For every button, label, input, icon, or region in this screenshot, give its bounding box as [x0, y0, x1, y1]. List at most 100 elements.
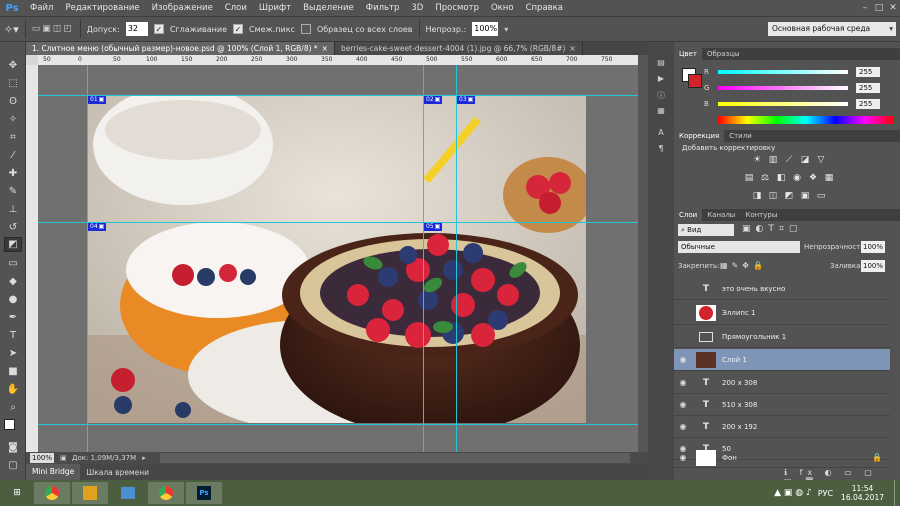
brightness-icon[interactable]: ☀: [752, 155, 762, 165]
network-taskbar-icon[interactable]: [110, 482, 146, 504]
workspace-dropdown[interactable]: Основная рабочая среда ▾: [768, 22, 896, 36]
lock-icons[interactable]: ▦✎✥🔒: [720, 261, 767, 270]
menu-view[interactable]: Просмотр: [429, 3, 485, 13]
blue-input[interactable]: 255: [856, 99, 880, 109]
menu-edit[interactable]: Редактирование: [59, 3, 145, 13]
rectangle-tool-icon[interactable]: ■: [4, 364, 22, 379]
red-input[interactable]: 255: [856, 67, 880, 77]
layer-row[interactable]: Эллипс 1: [674, 301, 890, 325]
marquee-tool-icon[interactable]: ⬚: [4, 76, 22, 91]
pen-tool-icon[interactable]: ✒: [4, 310, 22, 325]
dodge-tool-icon[interactable]: ●: [4, 292, 22, 307]
channel-mixer-icon[interactable]: ❖: [808, 173, 818, 183]
slice-badge[interactable]: 03 ▣: [457, 96, 476, 104]
status-icon[interactable]: ▣: [60, 454, 67, 462]
close-icon[interactable]: ×: [569, 42, 575, 55]
ruler-corner[interactable]: [26, 55, 38, 65]
exposure-icon[interactable]: ◪: [800, 155, 810, 165]
menu-file[interactable]: Файл: [24, 3, 59, 13]
history-brush-icon[interactable]: ↺: [4, 220, 22, 235]
gradient-map-icon[interactable]: ▭: [816, 191, 826, 201]
horizontal-scrollbar[interactable]: [160, 453, 630, 463]
layer-row[interactable]: T это очень вкусно: [674, 278, 890, 300]
slice-badge[interactable]: 04 ▣: [88, 223, 107, 231]
minimize-icon[interactable]: –: [858, 2, 872, 14]
color-lookup-icon[interactable]: ▦: [824, 173, 834, 183]
chrome-taskbar-icon[interactable]: [34, 482, 70, 504]
layer-row[interactable]: ◉ T 200 x 192: [674, 416, 890, 438]
photoshop-taskbar-icon[interactable]: Ps: [186, 482, 222, 504]
eye-icon[interactable]: ◉: [674, 400, 692, 409]
layer-row[interactable]: ◉ T 510 x 308: [674, 394, 890, 416]
type-tool-icon[interactable]: T: [4, 328, 22, 343]
close-icon[interactable]: ✕: [886, 2, 900, 14]
language-indicator[interactable]: РУС: [818, 489, 833, 498]
tab-swatches[interactable]: Образцы: [702, 48, 745, 60]
levels-icon[interactable]: ▥: [768, 155, 778, 165]
properties-panel-icon[interactable]: ⓘ: [654, 90, 668, 102]
gradient-tool-icon[interactable]: ▭: [4, 256, 22, 271]
threshold-icon[interactable]: ◩: [784, 191, 794, 201]
maximize-icon[interactable]: □: [872, 2, 886, 14]
sample-all-checkbox[interactable]: [300, 24, 311, 34]
photo-filter-icon[interactable]: ◉: [792, 173, 802, 183]
magic-wand-tool-icon[interactable]: ✧▾: [4, 23, 19, 36]
menu-layers[interactable]: Слои: [219, 3, 253, 13]
selective-color-icon[interactable]: ▣: [800, 191, 810, 201]
menu-window[interactable]: Окно: [485, 3, 520, 13]
color-balance-icon[interactable]: ⚖: [760, 173, 770, 183]
layer-row[interactable]: ◉ T 200 x 308: [674, 372, 890, 394]
eraser-tool-icon[interactable]: ◩: [4, 237, 22, 252]
vertical-ruler[interactable]: [26, 65, 38, 452]
screen-mode-icon[interactable]: ▢: [4, 458, 22, 473]
chevron-right-icon[interactable]: ▸: [142, 454, 146, 462]
invert-icon[interactable]: ◨: [752, 191, 762, 201]
blend-mode-dropdown[interactable]: Обычные: [678, 241, 800, 253]
zoom-input[interactable]: 100%: [30, 453, 54, 463]
black-white-icon[interactable]: ◧: [776, 173, 786, 183]
green-slider[interactable]: [718, 86, 848, 90]
menu-3d[interactable]: 3D: [405, 3, 429, 13]
guide-vertical[interactable]: [423, 65, 424, 452]
layer-kind-filter[interactable]: ⌕ Вид: [678, 224, 734, 236]
hand-tool-icon[interactable]: ✋: [4, 382, 22, 397]
healing-brush-icon[interactable]: ✚: [4, 166, 22, 181]
eye-icon[interactable]: ◉: [674, 355, 692, 364]
tab-adjustments[interactable]: Коррекция: [674, 130, 725, 142]
tab-layers[interactable]: Слои: [674, 209, 703, 221]
layer-actions-bar[interactable]: ℹ fx ◐ ▭ ▢ ▣ 🗑: [784, 468, 894, 486]
tray-icons[interactable]: ▲ ▣ ◍ ♪: [774, 488, 812, 498]
layer-opacity-input[interactable]: 100%: [861, 241, 885, 253]
guide-vertical[interactable]: [87, 65, 88, 452]
selection-mode-icons[interactable]: ▭▣◫◰: [32, 24, 74, 34]
background-color-swatch[interactable]: [688, 74, 702, 88]
actions-panel-icon[interactable]: ▶: [654, 74, 668, 86]
slice-badge[interactable]: 05 ▣: [424, 223, 443, 231]
character-panel-icon[interactable]: A: [654, 128, 668, 140]
navigator-panel-icon[interactable]: ▦: [654, 106, 668, 118]
blur-tool-icon[interactable]: ◆: [4, 274, 22, 289]
quick-mask-icon[interactable]: ◙: [4, 440, 22, 455]
close-icon[interactable]: ×: [322, 42, 328, 55]
green-input[interactable]: 255: [856, 83, 880, 93]
red-slider[interactable]: [718, 70, 848, 74]
layer-filter-icons[interactable]: ▣◐T⌗▢: [742, 224, 802, 234]
antialias-checkbox[interactable]: ✓: [153, 24, 164, 34]
slice-badge[interactable]: 02 ▣: [424, 96, 443, 104]
menu-help[interactable]: Справка: [520, 3, 569, 13]
tab-styles[interactable]: Стили: [724, 130, 757, 142]
history-panel-icon[interactable]: ▤: [654, 58, 668, 70]
guide-horizontal[interactable]: [38, 424, 638, 425]
chevron-down-icon[interactable]: ▾: [504, 25, 508, 34]
lasso-tool-icon[interactable]: ʘ: [4, 94, 22, 109]
clock[interactable]: 11:54 16.04.2017: [841, 484, 884, 502]
show-desktop-button[interactable]: [894, 480, 900, 506]
blue-slider[interactable]: [718, 102, 848, 106]
menu-select[interactable]: Выделение: [297, 3, 360, 13]
clone-stamp-icon[interactable]: ⊥: [4, 202, 22, 217]
tolerance-input[interactable]: 32: [125, 22, 148, 36]
eye-icon[interactable]: ◉: [674, 378, 692, 387]
brush-tool-icon[interactable]: ✎: [4, 184, 22, 199]
app-taskbar-icon[interactable]: [72, 482, 108, 504]
opacity-input[interactable]: 100%: [472, 22, 499, 36]
